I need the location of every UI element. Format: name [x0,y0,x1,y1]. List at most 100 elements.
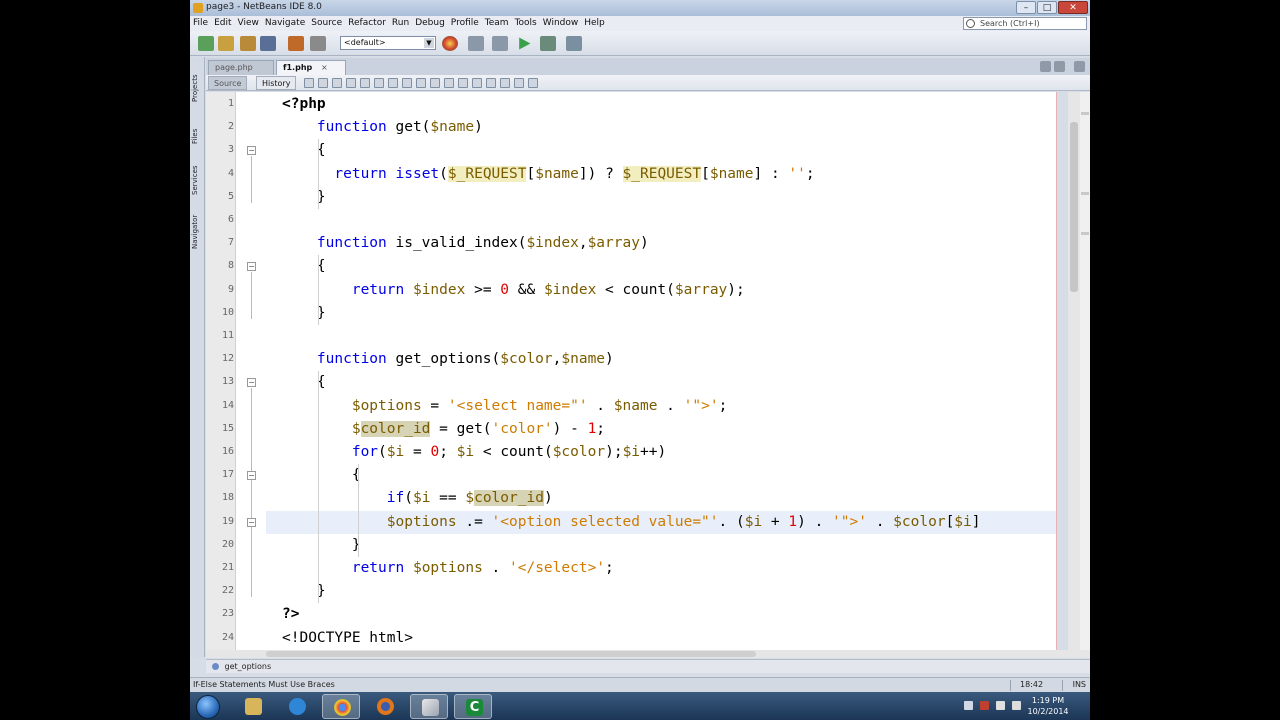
fold-toggle-icon[interactable]: − [247,146,256,156]
taskbar-camtasia[interactable]: C [454,694,492,719]
line-number[interactable]: 20 [206,539,234,550]
code-line[interactable]: $options .= '<option selected value="'. … [266,510,1056,534]
code-line[interactable]: { [266,371,326,394]
forward-icon[interactable] [318,78,328,88]
code-line[interactable]: ?> [266,603,299,626]
line-number[interactable]: 9 [206,284,234,295]
find-selection-icon[interactable] [346,78,356,88]
code-line[interactable]: if($i == $color_id) [266,487,553,510]
system-clock[interactable]: 1:19 PM 10/2/2014 [1018,695,1078,717]
find-previous-icon[interactable] [360,78,370,88]
line-number[interactable]: 10 [206,307,234,318]
menu-profile[interactable]: Profile [451,18,479,28]
line-number[interactable]: 21 [206,562,234,573]
debug-icon[interactable] [540,36,556,51]
line-number[interactable]: 15 [206,423,234,434]
line-number[interactable]: 17 [206,469,234,480]
last-edit-icon[interactable] [332,78,342,88]
line-number[interactable]: 4 [206,168,234,179]
menu-tools[interactable]: Tools [515,18,537,28]
stripe-mark[interactable] [1081,192,1089,195]
show-hidden-icons-icon[interactable] [964,701,973,710]
back-icon[interactable] [304,78,314,88]
taskbar-internet-explorer[interactable] [278,694,316,719]
browser-icon[interactable] [442,36,458,51]
side-tab-services[interactable]: Services [191,159,204,201]
previous-bookmark-icon[interactable] [500,78,510,88]
code-line[interactable]: function is_valid_index($index,$array) [266,232,649,255]
start-button[interactable] [196,695,220,719]
navigator-breadcrumb[interactable]: get_options [206,659,1090,673]
clean-build-icon[interactable] [468,36,484,51]
stripe-mark[interactable] [1081,232,1089,235]
horizontal-scrollbar[interactable] [206,650,1090,658]
open-project-icon[interactable] [240,36,256,51]
scrollbar-thumb[interactable] [1070,122,1078,292]
shift-left-icon[interactable] [416,78,426,88]
breadcrumb-function[interactable]: get_options [225,662,272,671]
close-button[interactable]: ✕ [1058,1,1088,14]
comment-icon[interactable] [472,78,482,88]
side-tab-navigator[interactable]: Navigator [191,207,204,257]
fold-toggle-icon[interactable]: − [247,517,256,527]
line-number[interactable]: 5 [206,191,234,202]
toggle-highlight-icon[interactable] [388,78,398,88]
menu-help[interactable]: Help [584,18,605,28]
code-line[interactable]: } [266,302,326,325]
shift-right-icon[interactable] [430,78,440,88]
code-line[interactable]: { [266,255,326,278]
code-line[interactable]: } [266,580,326,603]
code-line[interactable]: } [266,534,361,557]
save-all-icon[interactable] [260,36,276,51]
code-line[interactable]: $color_id = get('color') - 1; [266,418,605,441]
side-tab-files[interactable]: Files [191,119,204,153]
minimize-button[interactable]: – [1016,1,1036,14]
line-number[interactable]: 22 [206,585,234,596]
line-number[interactable]: 13 [206,376,234,387]
line-number[interactable]: 19 [206,516,234,527]
code-line[interactable]: function get($name) [266,116,483,139]
menu-run[interactable]: Run [392,18,409,28]
line-number[interactable]: 18 [206,492,234,503]
code-line[interactable]: return isset($_REQUEST[$name]) ? $_REQUE… [266,163,815,186]
build-icon[interactable] [492,36,508,51]
code-editor[interactable]: <?php function get($name) { return isset… [266,92,1056,650]
scrollbar-thumb[interactable] [266,651,756,657]
line-number[interactable]: 6 [206,214,234,225]
code-line[interactable]: } [266,186,326,209]
error-stripe[interactable] [1080,92,1090,650]
toggle-rectangular-icon[interactable] [402,78,412,88]
vertical-scrollbar[interactable] [1068,92,1080,650]
start-macro-icon[interactable] [444,78,454,88]
maximize-button[interactable]: □ [1037,1,1057,14]
undo-icon[interactable] [288,36,304,51]
stop-macro-icon[interactable] [458,78,468,88]
side-tab-projects[interactable]: Projects [191,65,204,111]
line-number[interactable]: 16 [206,446,234,457]
line-number[interactable]: 12 [206,353,234,364]
menu-file[interactable]: File [193,18,208,28]
source-tab[interactable]: Source [208,76,248,90]
menu-debug[interactable]: Debug [415,18,445,28]
code-line[interactable]: $options = '<select name="' . $name . '"… [266,395,727,418]
maximize-editor-icon[interactable] [1074,61,1085,72]
profile-icon[interactable] [566,36,582,51]
line-number[interactable]: 23 [206,608,234,619]
menu-navigate[interactable]: Navigate [265,18,305,28]
menu-refactor[interactable]: Refactor [348,18,386,28]
code-line[interactable]: { [266,464,361,487]
line-number[interactable]: 1 [206,98,234,109]
configuration-select[interactable]: <default> ▼ [340,36,436,50]
run-icon[interactable] [519,37,531,50]
code-line[interactable]: <!DOCTYPE html> [266,627,413,650]
taskbar-chrome[interactable] [322,694,360,719]
taskbar-firefox[interactable] [366,694,404,719]
code-line[interactable]: <?php [266,93,326,116]
fold-toggle-icon[interactable]: − [247,378,256,388]
menu-view[interactable]: View [238,18,259,28]
line-number[interactable]: 2 [206,121,234,132]
line-number[interactable]: 24 [206,632,234,643]
line-number[interactable]: 14 [206,400,234,411]
code-line[interactable] [266,325,282,348]
menu-source[interactable]: Source [311,18,342,28]
